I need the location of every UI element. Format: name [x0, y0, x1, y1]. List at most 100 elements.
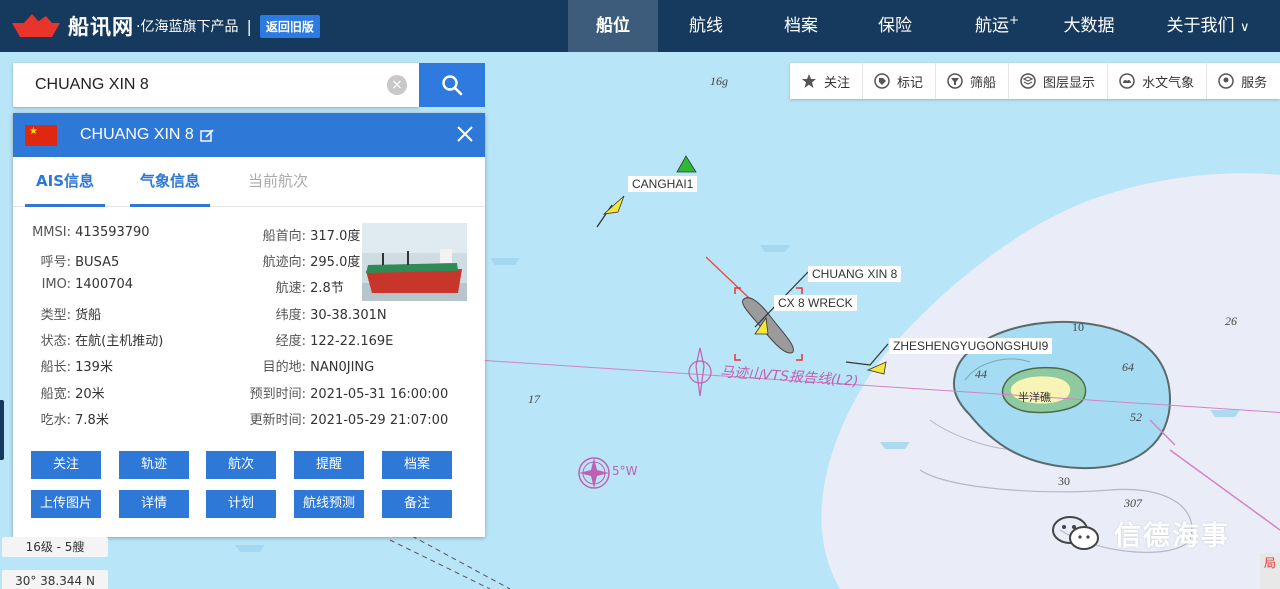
route-forecast-button[interactable]: 航线预测: [294, 490, 364, 518]
track-button[interactable]: 轨迹: [119, 451, 189, 479]
tool-service[interactable]: 服务: [1207, 63, 1279, 99]
map-toolbar: 关注 标记 筛船 图层显示 水文气象 服务: [790, 63, 1280, 99]
field-mmsi: MMSI: 413593790: [13, 225, 150, 245]
canghai-ship-icon: [602, 195, 625, 215]
corner-tag[interactable]: 局: [1260, 553, 1280, 589]
tool-filter[interactable]: 筛船: [936, 63, 1010, 99]
field-imo: IMO: 1400704: [13, 277, 133, 297]
nav-label: 保险: [878, 16, 912, 36]
ship-photo[interactable]: [362, 223, 467, 301]
search-input[interactable]: [35, 76, 365, 94]
search-bar: ×: [13, 63, 419, 107]
nav-label: 航线: [689, 16, 723, 36]
vts-marker: [688, 347, 712, 397]
chevron-down-icon: ∨: [1239, 20, 1250, 35]
field-label: 船首向:: [262, 229, 306, 244]
field-label: IMO:: [41, 277, 71, 292]
field-destination: 目的地: NAN0JING: [208, 356, 375, 376]
tool-layers[interactable]: 图层显示: [1009, 63, 1109, 99]
nav-shipping[interactable]: 航运 +: [942, 0, 1042, 52]
logo[interactable]: 船讯网 ·亿海蓝旗下产品 | 返回旧版: [0, 0, 320, 52]
tag-icon: [873, 72, 891, 90]
field-draught: 吃水: 7.8米: [13, 409, 109, 429]
tool-mark[interactable]: 标记: [863, 63, 937, 99]
edit-icon[interactable]: [200, 128, 215, 143]
nav-archives[interactable]: 档案: [754, 0, 848, 52]
field-value: 2.8节: [310, 281, 344, 296]
field-speed: 航速: 2.8节: [208, 277, 344, 297]
field-label: 状态:: [40, 334, 71, 349]
channel-line: [411, 535, 511, 589]
field-value: 30-38.301N: [310, 308, 387, 323]
field-label: 目的地:: [262, 360, 306, 375]
alert-button[interactable]: 提醒: [294, 451, 364, 479]
field-course: 航迹向: 295.0度: [208, 251, 361, 271]
field-value: 317.0度: [310, 229, 361, 244]
panel-header: ★ CHUANG XIN 8: [13, 113, 485, 157]
tool-follow[interactable]: 关注: [790, 63, 864, 99]
ship-label-chuangxin8[interactable]: CHUANG XIN 8: [808, 266, 902, 282]
tool-label: 标记: [897, 75, 924, 91]
old-version-button[interactable]: 返回旧版: [259, 14, 320, 38]
field-label: 更新时间:: [249, 413, 306, 428]
field-length: 船长: 139米: [13, 356, 113, 376]
depth-label: 10: [1072, 320, 1084, 334]
depth-label: 64: [1122, 360, 1134, 374]
green-ship-icon: [676, 155, 697, 173]
ship-label-wreck[interactable]: CX 8 WRECK: [774, 295, 857, 311]
ship-label-zhesheng[interactable]: ZHESHENGYUGONGSHUI9: [889, 338, 1053, 354]
wechat-icon: [1052, 516, 1099, 550]
nav-label: 档案: [784, 16, 818, 36]
search-button[interactable]: [419, 63, 485, 107]
field-value: 2021-05-31 16:00:00: [310, 387, 449, 402]
upload-photo-button[interactable]: 上传图片: [31, 490, 101, 518]
tab-ais-info[interactable]: AIS信息: [25, 157, 105, 207]
tool-weather[interactable]: 水文气象: [1108, 63, 1208, 99]
clear-search-icon[interactable]: ×: [387, 75, 407, 95]
field-value: 413593790: [75, 225, 150, 240]
details-button[interactable]: 详情: [119, 490, 189, 518]
weather-icon: [1118, 72, 1136, 90]
nav-label: 船位: [596, 16, 630, 36]
archive-button[interactable]: 档案: [382, 451, 452, 479]
field-value: NAN0JING: [310, 360, 375, 375]
nav-ship-position[interactable]: 船位: [568, 0, 658, 52]
side-panel-toggle[interactable]: [0, 400, 4, 460]
field-label: 船长:: [40, 360, 71, 375]
nav-plus-badge: +: [1009, 13, 1020, 27]
field-label: 呼号:: [40, 255, 71, 270]
field-value: BUSA5: [75, 255, 120, 270]
compass-variation-label: 5°W: [612, 464, 638, 478]
search-icon: [442, 75, 463, 96]
channel-line: [389, 539, 491, 589]
plan-button[interactable]: 计划: [206, 490, 276, 518]
tab-current-voyage[interactable]: 当前航次: [238, 157, 318, 207]
notes-button[interactable]: 备注: [382, 490, 452, 518]
nav-about-us[interactable]: 关于我们 ∨: [1136, 0, 1280, 52]
field-label: 吃水:: [40, 413, 71, 428]
watermark-text: 信德海事: [1114, 520, 1230, 552]
field-label: 航速:: [275, 281, 306, 296]
nav-routes[interactable]: 航线: [658, 0, 754, 52]
close-icon[interactable]: [455, 124, 475, 144]
ship-label-canghai[interactable]: CANGHAI1: [628, 176, 698, 192]
depth-label: 16g: [710, 74, 728, 88]
voyage-button[interactable]: 航次: [206, 451, 276, 479]
field-status: 状态: 在航(主机推动): [13, 330, 164, 350]
follow-button[interactable]: 关注: [31, 451, 101, 479]
field-label: 类型:: [40, 308, 71, 323]
nav-big-data[interactable]: 大数据: [1042, 0, 1136, 52]
field-type: 类型: 货船: [13, 304, 102, 324]
field-callsign: 呼号: BUSA5: [13, 251, 120, 271]
field-value: 在航(主机推动): [75, 334, 164, 349]
ship-logo-icon: [10, 11, 62, 41]
field-updated: 更新时间: 2021-05-29 21:07:00: [208, 409, 449, 429]
panel-tabs: AIS信息 气象信息 当前航次: [13, 157, 485, 207]
tab-weather-info[interactable]: 气象信息: [130, 157, 210, 207]
compass-rose: [578, 457, 610, 489]
field-value: 20米: [75, 387, 105, 402]
nav-insurance[interactable]: 保险: [848, 0, 942, 52]
island-label: 半洋礁: [1018, 391, 1051, 404]
field-value: 295.0度: [310, 255, 361, 270]
tool-label: 图层显示: [1043, 75, 1096, 91]
